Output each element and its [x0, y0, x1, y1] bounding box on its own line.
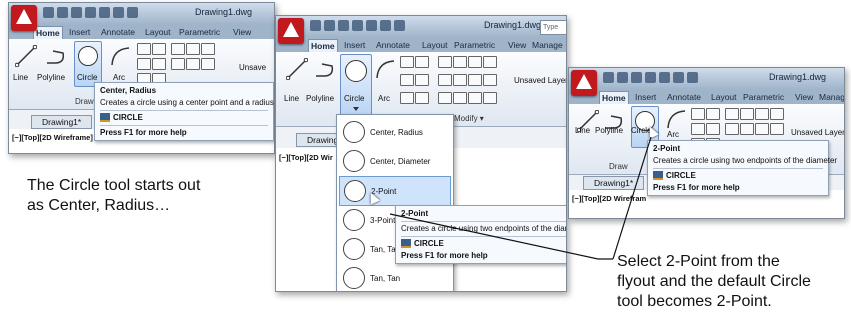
- leader-to-circle-tool: [612, 136, 652, 260]
- callout-leader-lines: [389, 136, 652, 260]
- leader-to-flyout: [389, 213, 613, 260]
